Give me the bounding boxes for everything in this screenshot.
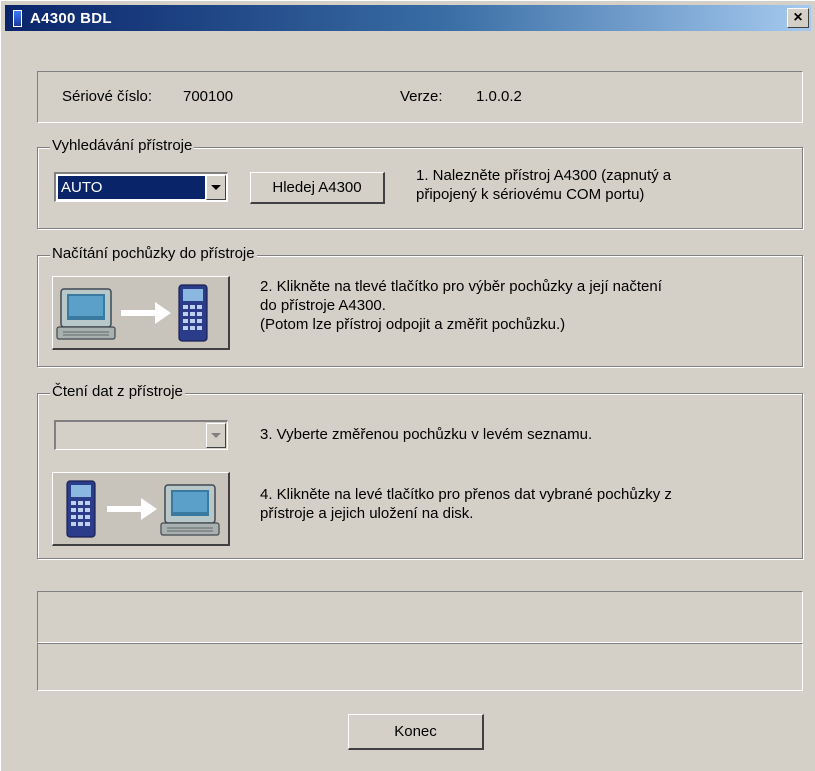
route-select-value [58,424,205,447]
search-group: Vyhledávání přístroje AUTO Hledej A4300 … [37,137,803,229]
computer-to-device-icon [56,284,208,342]
close-icon: × [793,9,803,26]
app-icon [13,9,22,27]
device-to-computer-icon [66,480,220,538]
chevron-down-icon [211,185,221,190]
konec-button[interactable]: Konec [348,714,484,750]
info-panel: Sériové číslo: 700100 Verze: 1.0.0.2 [37,71,803,123]
status-panel-1 [37,591,803,643]
version-value: 1.0.0.2 [476,88,522,105]
close-window-button[interactable]: × [787,8,809,28]
status-panel-2 [37,643,803,691]
search-instruction-line2: připojený k sériovému COM portu) [416,186,645,203]
load-group-title: Načítání pochůzky do přístroje [50,245,257,262]
read-group: Čtení dat z přístroje 3. Vyberte změřeno… [37,383,803,559]
load-group: Načítání pochůzky do přístroje 2. Klikně… [37,245,803,367]
search-instruction-line1: 1. Nalezněte přístroj A4300 (zapnutý a [416,167,672,184]
port-select[interactable]: AUTO [54,172,228,202]
load-instruction-line1: 2. Klikněte na tlevé tlačítko pro výběr … [260,278,662,295]
main-window: A4300 BDL × Sériové číslo: 700100 Verze:… [0,0,815,771]
search-group-title: Vyhledávání přístroje [50,137,195,154]
read-step4-line2: přístroje a jejich uložení na disk. [260,505,474,522]
load-instruction-line2: do přístroje A4300. [260,297,386,314]
read-data-button[interactable] [52,472,230,546]
load-route-button[interactable] [52,276,230,350]
search-a4300-button[interactable]: Hledej A4300 [250,172,385,204]
serial-label: Sériové číslo: [62,88,153,105]
title-bar[interactable]: A4300 BDL × [5,5,811,31]
dropdown-button[interactable] [206,175,226,200]
load-instruction-line3: (Potom lze přístroj odpojit a změřit poc… [260,316,566,333]
port-select-value: AUTO [58,176,205,199]
read-group-title: Čtení dat z přístroje [50,383,185,400]
read-step3: 3. Vyberte změřenou pochůzku v levém sez… [260,426,593,443]
version-label: Verze: [400,88,443,105]
window-title: A4300 BDL [30,9,112,27]
route-select[interactable] [54,420,228,450]
chevron-down-icon [211,433,221,438]
dropdown-button[interactable] [206,423,226,448]
read-step4-line1: 4. Klikněte na levé tlačítko pro přenos … [260,486,672,503]
serial-value: 700100 [183,88,234,105]
